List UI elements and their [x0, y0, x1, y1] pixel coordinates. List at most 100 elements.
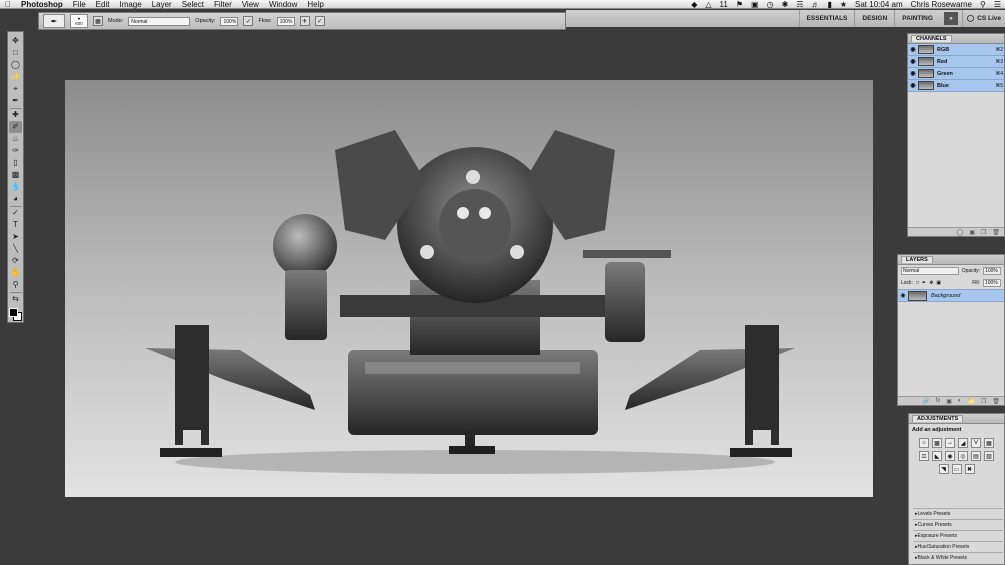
invert-icon[interactable]: ▤: [971, 451, 981, 461]
menu-window[interactable]: Window: [264, 0, 302, 9]
layer-style-icon[interactable]: fx: [936, 398, 941, 404]
adjustment-layer-icon[interactable]: ◐: [958, 398, 962, 404]
pen-tool-icon[interactable]: ✓: [9, 207, 22, 219]
pressure-opacity-button[interactable]: ✓: [243, 16, 254, 26]
dodge-tool-icon[interactable]: ◕: [9, 193, 22, 205]
layer-mask-icon[interactable]: ▣: [946, 398, 952, 405]
lock-all-icon[interactable]: ▣: [936, 280, 941, 286]
menu-filter[interactable]: Filter: [209, 0, 237, 9]
save-selection-icon[interactable]: ▣: [969, 229, 975, 236]
adjustments-tab[interactable]: ADJUSTMENTS: [912, 415, 964, 422]
color-swatches[interactable]: [8, 307, 23, 322]
channel-mixer-icon[interactable]: ◎: [958, 451, 968, 461]
airplay-icon[interactable]: △: [701, 0, 715, 9]
brush-preset-picker[interactable]: ● 600: [70, 14, 88, 28]
levels-icon[interactable]: ▩: [932, 438, 942, 448]
zoom-tool-icon[interactable]: ⚲: [9, 279, 22, 291]
wifi-icon[interactable]: ☴: [792, 0, 807, 9]
healing-brush-tool-icon[interactable]: ✚: [9, 109, 22, 121]
preset-curves[interactable]: Curves Presets: [913, 519, 1003, 530]
brush-panel-toggle[interactable]: ▦: [93, 16, 103, 26]
cs-live-button[interactable]: ◯ CS Live: [961, 10, 1005, 27]
workspace-essentials[interactable]: ESSENTIALS: [798, 10, 855, 27]
battery-icon[interactable]: ▮: [823, 0, 835, 9]
marquee-tool-icon[interactable]: □: [9, 47, 22, 59]
swap-colors-icon[interactable]: ⇆: [9, 293, 22, 305]
app-menu[interactable]: Photoshop: [16, 0, 68, 9]
eye-icon[interactable]: ◉: [898, 292, 908, 299]
clock-icon[interactable]: ◷: [763, 0, 778, 9]
menu-clock[interactable]: Sat 10:04 am: [851, 0, 907, 9]
menu-view[interactable]: View: [237, 0, 264, 9]
preset-exposure[interactable]: Exposure Presets: [913, 530, 1003, 541]
channel-row[interactable]: ◉ Red ⌘3: [908, 56, 1004, 68]
vibrance-icon[interactable]: V: [971, 438, 981, 448]
path-selection-tool-icon[interactable]: ➤: [9, 231, 22, 243]
document-canvas[interactable]: [65, 80, 873, 497]
new-channel-icon[interactable]: ❐: [981, 229, 986, 236]
brush-tool-icon[interactable]: ✐: [9, 121, 22, 134]
layer-opacity-field[interactable]: 100%: [983, 267, 1001, 275]
lasso-tool-icon[interactable]: ◯: [9, 59, 22, 71]
workspace-painting[interactable]: PAINTING: [894, 10, 940, 27]
blur-tool-icon[interactable]: 💧: [9, 181, 22, 193]
flag-icon[interactable]: ⚑: [732, 0, 747, 9]
lock-transparent-icon[interactable]: □: [916, 280, 919, 286]
flag-australia-icon[interactable]: ★: [836, 0, 851, 9]
display-icon[interactable]: ▣: [747, 0, 763, 9]
foreground-color-swatch[interactable]: [9, 308, 18, 318]
shape-tool-icon[interactable]: ╲: [9, 243, 22, 255]
menu-layer[interactable]: Layer: [147, 0, 177, 9]
preset-black-white[interactable]: Black & White Presets: [913, 552, 1003, 563]
layer-row[interactable]: ◉ Background: [898, 289, 1004, 302]
curves-icon[interactable]: ∽: [945, 438, 955, 448]
blend-mode-select[interactable]: Normal: [901, 267, 959, 275]
eraser-tool-icon[interactable]: ▯: [9, 157, 22, 169]
menu-user[interactable]: Chris Rosewarne: [907, 0, 976, 9]
hue-saturation-icon[interactable]: ▦: [984, 438, 994, 448]
tool-preset-picker[interactable]: ✒: [43, 14, 65, 28]
eye-icon[interactable]: ◉: [908, 46, 918, 53]
quick-select-tool-icon[interactable]: ✨: [9, 71, 22, 83]
menu-edit[interactable]: Edit: [91, 0, 115, 9]
workspace-design[interactable]: DESIGN: [854, 10, 894, 27]
color-balance-icon[interactable]: ⚖: [919, 451, 929, 461]
menu-select[interactable]: Select: [177, 0, 209, 9]
eyedropper-tool-icon[interactable]: ✒: [9, 95, 22, 107]
3d-rotate-tool-icon[interactable]: ⟳: [9, 255, 22, 267]
eye-icon[interactable]: ◉: [908, 70, 918, 77]
channel-row[interactable]: ◉ RGB ⌘2: [908, 44, 1004, 56]
type-tool-icon[interactable]: T: [9, 219, 22, 231]
airbrush-button[interactable]: ✈: [299, 16, 310, 26]
dropbox-icon[interactable]: ◆: [687, 0, 701, 9]
volume-icon[interactable]: ♬: [807, 0, 823, 9]
eye-icon[interactable]: ◉: [908, 58, 918, 65]
black-white-icon[interactable]: ◣: [932, 451, 942, 461]
apple-icon[interactable]: : [0, 0, 16, 9]
status-number[interactable]: 11: [716, 0, 732, 9]
threshold-icon[interactable]: ◥: [938, 464, 949, 474]
bluetooth-icon[interactable]: ✱: [778, 0, 793, 9]
opacity-field[interactable]: 100%: [220, 16, 239, 26]
posterize-icon[interactable]: ▨: [984, 451, 994, 461]
menu-help[interactable]: Help: [302, 0, 328, 9]
notification-icon[interactable]: ☰: [990, 0, 1005, 9]
trash-icon[interactable]: 🗑: [992, 398, 1000, 405]
brightness-icon[interactable]: ☼: [919, 438, 929, 448]
selective-color-icon[interactable]: ✖: [964, 464, 975, 474]
mode-select[interactable]: Normal: [128, 16, 191, 26]
menu-image[interactable]: Image: [114, 0, 146, 9]
lock-pixels-icon[interactable]: ✒: [922, 280, 926, 286]
more-workspaces-button[interactable]: »: [943, 12, 958, 25]
channel-row[interactable]: ◉ Green ⌘4: [908, 68, 1004, 80]
new-layer-icon[interactable]: ❐: [981, 398, 986, 405]
pressure-size-button[interactable]: ✓: [314, 16, 325, 26]
lock-position-icon[interactable]: ✥: [929, 280, 933, 286]
spotlight-icon[interactable]: ⚲: [976, 0, 990, 9]
photo-filter-icon[interactable]: ◉: [945, 451, 955, 461]
history-brush-tool-icon[interactable]: ✑: [9, 145, 22, 157]
exposure-icon[interactable]: ◢: [958, 438, 968, 448]
preset-levels[interactable]: Levels Presets: [913, 508, 1003, 519]
gradient-map-icon[interactable]: ▭: [951, 464, 962, 474]
menu-file[interactable]: File: [68, 0, 91, 9]
